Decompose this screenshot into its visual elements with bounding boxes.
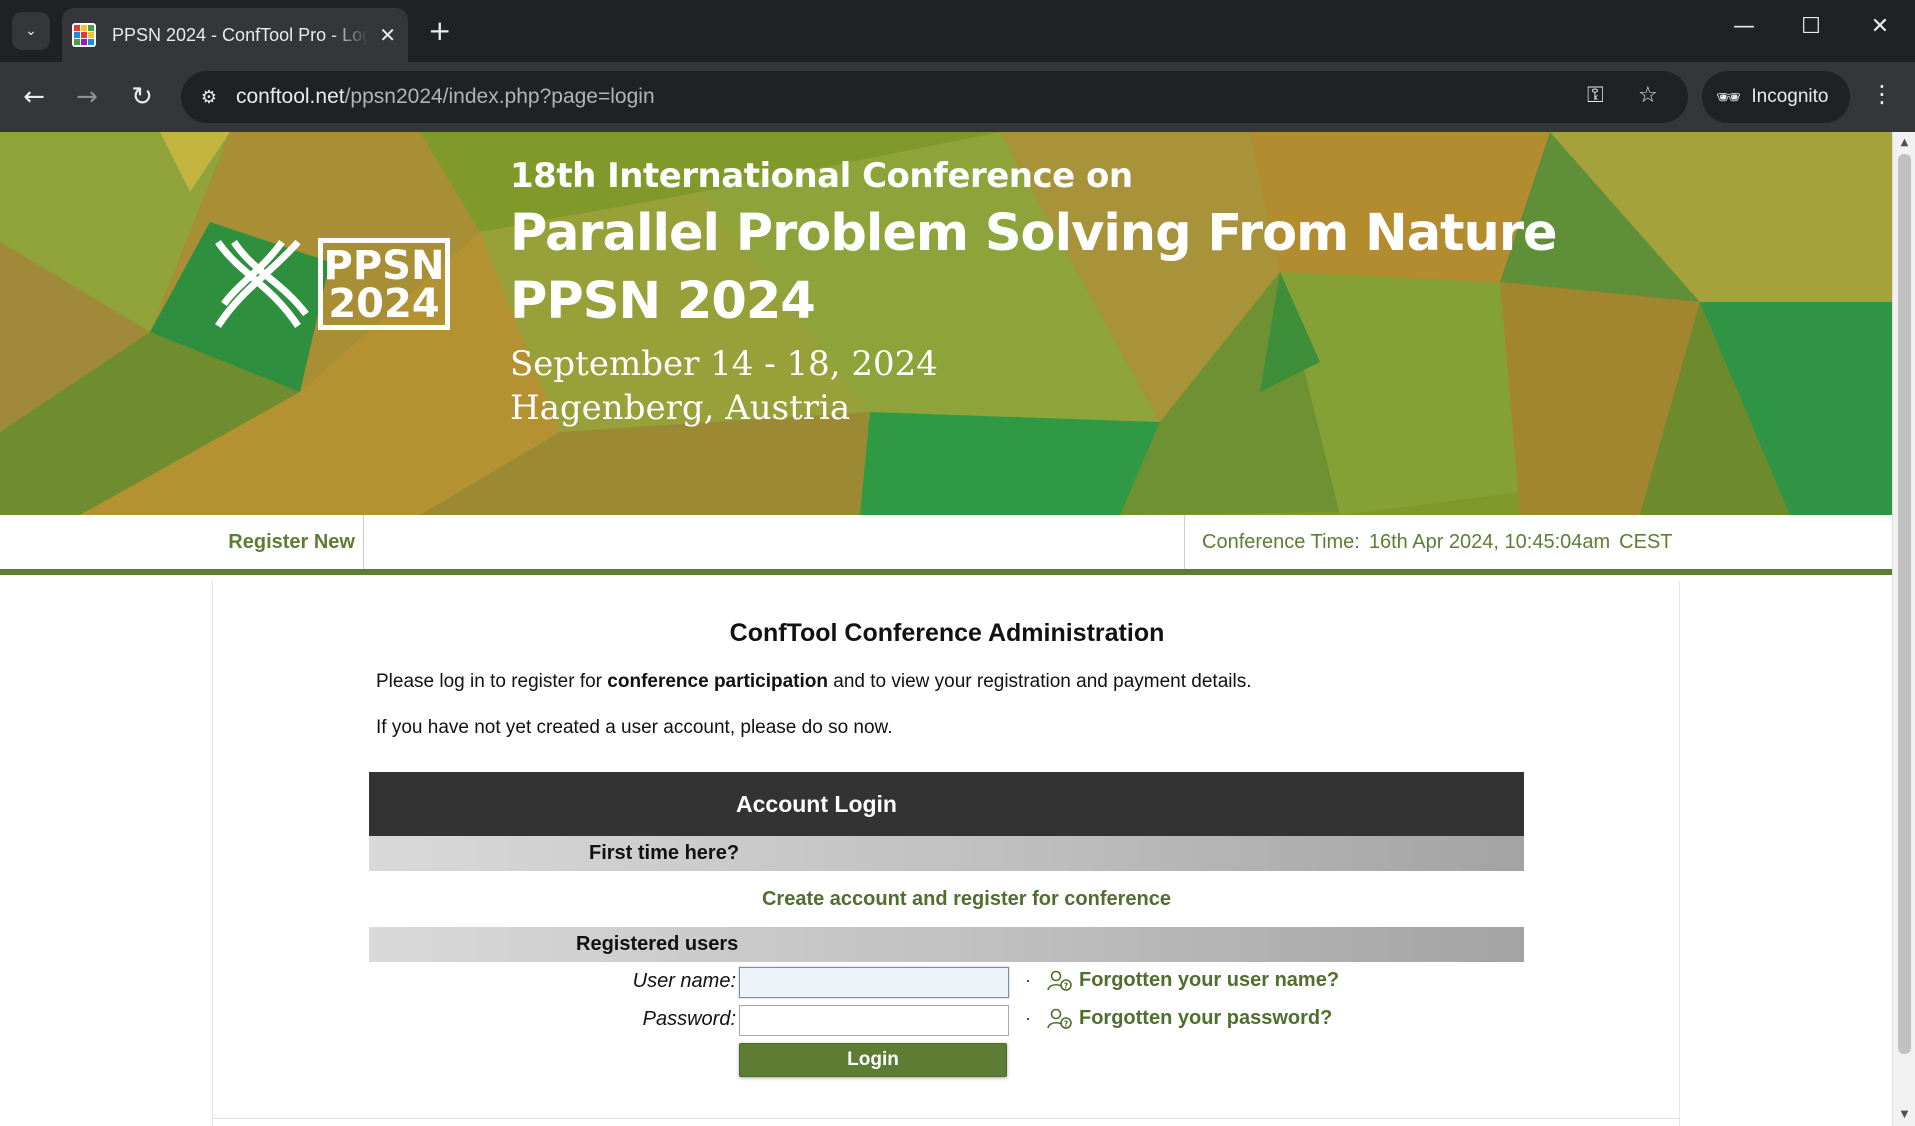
arrow-left-icon[interactable]: ← [16,79,52,115]
main-navbar: Register New Conference Time: 16th Apr 2… [0,515,1892,575]
banner-dates: September 14 - 18, 2024 [510,344,938,384]
forgot-password-link[interactable]: Forgotten your password? [1079,1007,1332,1030]
register-new-link[interactable]: Register New [212,515,364,569]
ppsn-logo-mark-icon [215,239,309,328]
intro-text-2: If you have not yet created a user accou… [376,717,893,738]
banner-title: Parallel Problem Solving From Nature [510,204,1558,263]
window-close-icon[interactable]: ✕ [1860,14,1900,39]
banner-location: Hagenberg, Austria [510,388,851,428]
username-input[interactable] [739,967,1009,998]
maximize-icon[interactable]: ☐ [1791,14,1831,39]
page-scrollbar[interactable]: ▲ ▼ [1892,132,1915,1126]
conference-time: Conference Time: 16th Apr 2024, 10:45:04… [1184,515,1684,569]
ppsn-logo: PPSN 2024 [210,234,450,334]
login-button-row: Login [369,1038,1524,1084]
forgot-username-link[interactable]: Forgotten your user name? [1079,969,1339,992]
svg-text:?: ? [1064,982,1069,991]
login-panel-header: Account Login [369,772,1524,836]
tune-icon[interactable]: ⚙ [195,83,223,111]
username-row: User name: · ? Forgotten your user name? [369,962,1524,1000]
create-account-row: Create account and register for conferen… [369,871,1524,927]
svg-text:?: ? [1064,1020,1069,1029]
incognito-badge[interactable]: 🕶 Incognito [1702,71,1850,123]
page-viewport: PPSN 2024 18th International Conference … [0,132,1892,1126]
page-title: ConfTool Conference Administration [729,619,1165,647]
time-label: Conference Time: [1202,530,1360,553]
create-account-link[interactable]: Create account and register for conferen… [762,888,1171,911]
favicon-icon [72,23,96,47]
browser-toolbar: ← → ↻ ⚙ conftool.net/ppsn2024/index.php?… [0,62,1915,132]
time-value: 16th Apr 2024, 10:45:04am [1368,530,1611,553]
plus-icon[interactable]: + [428,16,451,46]
banner-subtitle: 18th International Conference on [510,156,1133,196]
browser-tab-active[interactable]: PPSN 2024 - ConfTool Pro - Login ✕ [62,8,408,62]
star-icon[interactable]: ☆ [1638,83,1658,108]
tab-title: PPSN 2024 - ConfTool Pro - Login [112,24,370,45]
banner-acronym: PPSN 2024 [510,272,816,331]
main-content: ConfTool Conference Administration Pleas… [212,581,1680,1126]
scroll-up-arrow-icon[interactable]: ▲ [1893,134,1915,152]
login-button[interactable]: Login [739,1043,1007,1077]
address-bar[interactable]: ⚙ conftool.net/ppsn2024/index.php?page=l… [181,71,1688,123]
reload-icon[interactable]: ↻ [124,79,160,115]
separator-dot: · [1025,970,1031,990]
minimize-icon[interactable]: — [1724,14,1764,39]
user-help-icon: ? [1047,970,1075,994]
logo-text-bottom: 2024 [328,281,440,327]
login-panel: Account Login First time here? Create ac… [369,772,1524,1084]
username-label: User name: [632,970,736,992]
scrollbar-thumb[interactable] [1898,154,1911,1054]
password-label: Password: [642,1008,736,1030]
url-text[interactable]: conftool.net/ppsn2024/index.php?page=log… [236,85,655,109]
arrow-right-icon[interactable]: → [69,79,105,115]
password-input[interactable] [739,1005,1009,1036]
conference-banner: PPSN 2024 18th International Conference … [0,132,1892,515]
registered-users-section: Registered users [369,927,1524,962]
vertical-dots-icon[interactable]: ⋮ [1870,80,1894,108]
key-icon[interactable]: ⚿ [1587,83,1604,108]
separator-dot: · [1025,1008,1031,1028]
scroll-down-arrow-icon[interactable]: ▼ [1893,1106,1915,1124]
user-help-icon: ? [1047,1008,1075,1032]
browser-tab-bar: ⌄ PPSN 2024 - ConfTool Pro - Login ✕ + —… [0,0,1915,62]
intro-text: Please log in to register for conference… [376,671,1252,692]
first-time-section: First time here? [369,836,1524,871]
content-bottom-border [212,1118,1680,1126]
password-row: Password: · ? Forgotten your password? [369,1000,1524,1038]
incognito-icon: 🕶 [1716,85,1742,109]
logo-text-top: PPSN [323,243,445,289]
close-icon[interactable]: ✕ [379,23,396,47]
chevron-down-icon[interactable]: ⌄ [12,12,50,50]
time-zone: CEST [1619,530,1673,553]
logo-text-box: PPSN 2024 [318,238,450,330]
